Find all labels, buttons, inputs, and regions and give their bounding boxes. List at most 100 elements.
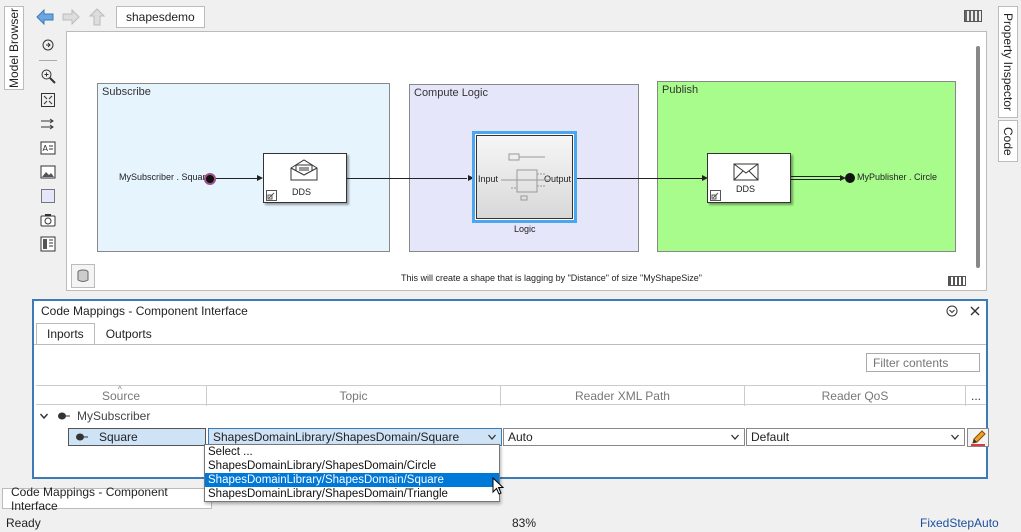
area-icon[interactable] [39,187,57,205]
svg-text:A: A [43,144,49,153]
minimap-icon[interactable] [948,276,966,286]
canvas-annotation: This will create a shape that is lagging… [401,273,702,283]
inport-icon [58,412,70,420]
code-tab-label: Code [1001,126,1015,156]
qos-select[interactable]: Default [746,428,965,446]
column-qos-label: Reader QoS [821,389,889,403]
panel-close-button[interactable] [967,303,983,319]
database-icon [77,269,89,282]
column-topic-label: Topic [339,389,368,403]
group-row[interactable]: MySubscriber [36,406,986,426]
column-xml-label: Reader XML Path [575,389,670,403]
inport-icon [76,433,88,441]
chevron-down-icon [951,434,959,440]
topic-dropdown-list[interactable]: Select ... ShapesDomainLibrary/ShapesDom… [204,444,500,502]
dropdown-option-selected[interactable]: ShapesDomainLibrary/ShapesDomain/Square [205,473,499,487]
up-button[interactable] [84,6,110,28]
canvas-vertical-scrollbar[interactable] [976,46,980,268]
forward-button[interactable] [58,6,84,28]
panel-menu-icon [946,305,958,317]
dropdown-option[interactable]: ShapesDomainLibrary/ShapesDomain/Triangl… [205,487,499,501]
tab-inports-label: Inports [47,327,84,341]
subscriber-port[interactable] [204,173,216,185]
palette-divider [39,60,57,61]
annotation-icon[interactable]: A [39,139,57,157]
zoom-level: 83% [512,516,537,530]
forward-arrow-icon [62,9,80,25]
sort-caret-icon: ^ [118,385,122,394]
wire-sub-to-dds [216,178,258,179]
compute-logic-area-title: Compute Logic [414,87,488,99]
pencil-icon [971,429,986,446]
xml-path-value: Auto [508,430,533,444]
tab-inports[interactable]: Inports [36,323,95,345]
model-canvas[interactable]: Subscribe Compute Logic Publish MySubscr… [66,31,987,291]
logic-block-label: Logic [514,224,536,234]
dds-publisher-label: DDS [736,184,756,194]
bottom-panel-tab-label: Code Mappings - Component Interface [11,484,168,513]
canvas-palette: A [34,32,62,290]
solver-link[interactable]: FixedStepAuto [920,516,999,530]
data-dictionary-button[interactable] [71,264,95,288]
table-row[interactable]: Square ShapesDomainLibrary/ShapesDomain/… [36,426,989,448]
chevron-down-icon [488,434,496,440]
dropdown-option[interactable]: ShapesDomainLibrary/ShapesDomain/Circle [205,459,499,473]
column-topic[interactable]: Topic [207,386,501,406]
source-value: Square [99,430,138,444]
publisher-port[interactable] [845,173,855,183]
source-cell[interactable]: Square [68,428,206,446]
keyboard-icon[interactable] [964,10,982,22]
publisher-port-label: MyPublisher . Circle [857,172,938,182]
column-source[interactable]: ^ Source [36,385,207,406]
link-badge-icon [710,190,721,201]
dds-subscriber-block[interactable]: DDS [263,153,347,203]
fit-to-view-icon[interactable] [39,91,57,109]
model-explorer-icon[interactable] [39,235,57,253]
subsystem-thumbnail-icon [501,153,553,201]
navigation-toolbar: shapesdemo [32,4,988,30]
code-tab[interactable]: Code [998,120,1018,162]
wire-logic-to-dds [577,178,702,179]
property-inspector-label: Property Inspector [1001,12,1015,112]
mouse-cursor-icon [492,477,504,495]
tab-outports[interactable]: Outports [95,323,163,345]
group-label: MySubscriber [77,409,151,423]
bottom-panel-tab[interactable]: Code Mappings - Component Interface [2,485,212,513]
collapse-chevron-icon[interactable] [39,411,49,421]
property-inspector-tab[interactable]: Property Inspector [998,6,1018,118]
model-browser-tab[interactable]: Model Browser [4,6,24,90]
dropdown-option[interactable]: Select ... [205,445,499,459]
panel-menu-button[interactable] [944,303,960,319]
breadcrumb[interactable]: shapesdemo [116,6,205,28]
image-icon[interactable] [39,163,57,181]
wire-dds-to-logic [347,178,467,179]
dds-publisher-block[interactable]: DDS [707,153,791,203]
subscriber-port-label: MySubscriber . Square [119,172,211,182]
filter-input[interactable] [866,353,980,372]
column-reader-qos[interactable]: Reader QoS [745,386,966,406]
tab-divider [34,344,986,345]
signal-routing-icon[interactable] [39,115,57,133]
chevron-down-icon [731,434,739,440]
publish-area[interactable]: Publish [657,81,956,252]
screenshot-icon[interactable] [39,211,57,229]
xml-path-select[interactable]: Auto [503,428,745,446]
edit-button[interactable] [967,428,989,447]
back-arrow-icon [36,9,54,25]
tab-outports-label: Outports [105,327,152,341]
status-bar: Ready 83% FixedStepAuto [0,512,1021,532]
wire-dds-to-publisher [791,176,841,180]
back-button[interactable] [32,6,58,28]
logic-block[interactable]: Input Output [472,131,577,223]
qos-value: Default [751,430,790,444]
code-mappings-panel: Code Mappings - Component Interface Inpo… [32,299,989,479]
close-icon [970,306,980,316]
publish-area-title: Publish [662,84,699,96]
column-more-label: ... [970,389,981,403]
zoom-icon[interactable] [39,67,57,85]
column-more[interactable]: ... [966,386,986,406]
envelope-icon [733,163,759,181]
link-badge-icon [266,190,277,201]
hide-show-browser-icon[interactable] [39,36,57,54]
column-reader-xml-path[interactable]: Reader XML Path [501,386,745,406]
